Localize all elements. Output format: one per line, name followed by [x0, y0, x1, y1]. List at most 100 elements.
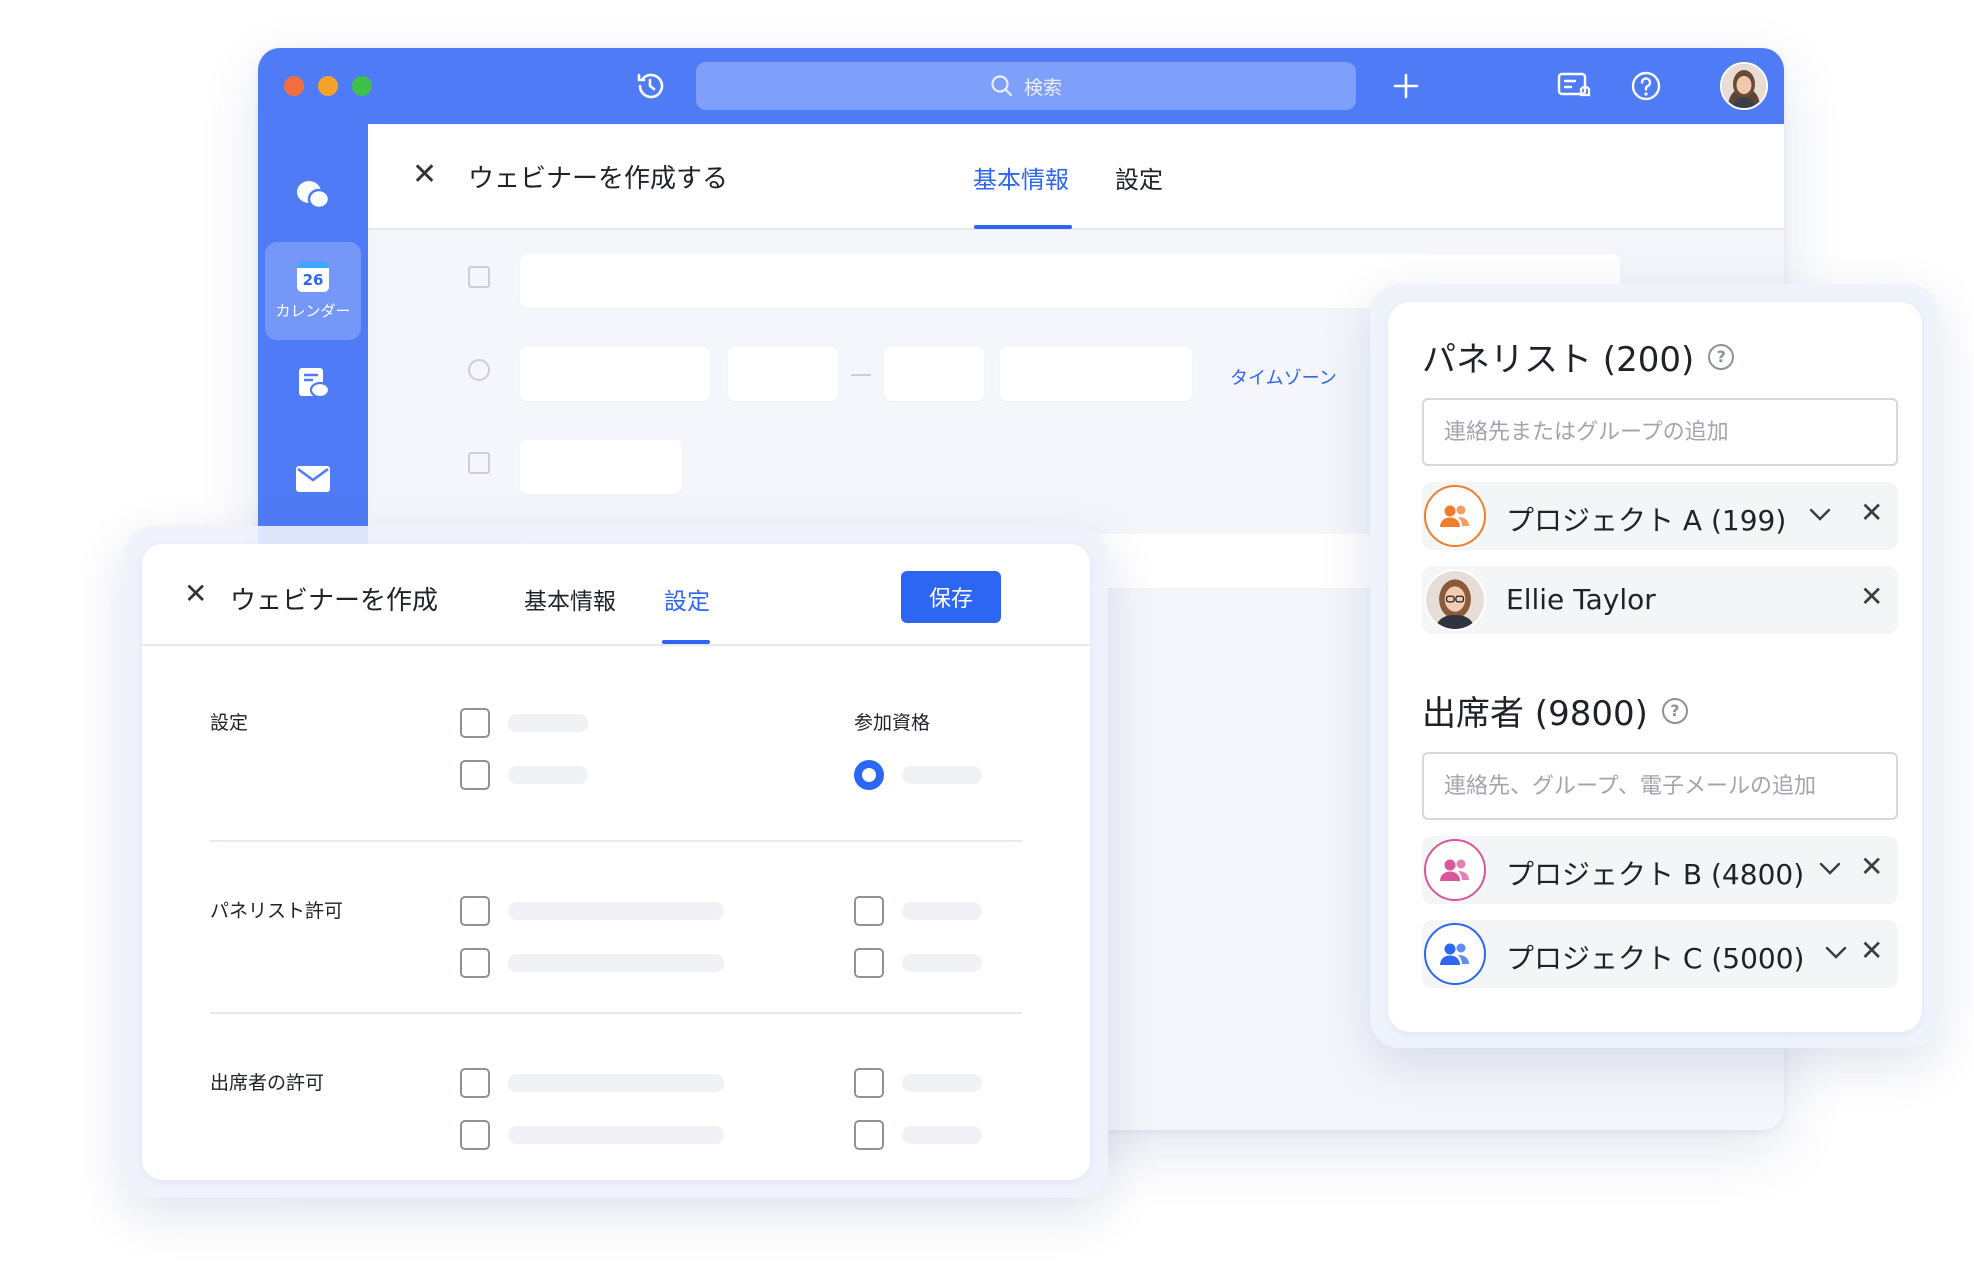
close-icon[interactable]: ✕ [184, 580, 207, 608]
room-field[interactable] [520, 440, 682, 494]
history-icon[interactable] [630, 66, 670, 106]
participants-card: パネリスト (200) ? プロジェクト A (199) ✕ Ellie Tay… [1388, 302, 1922, 1032]
panelists-input[interactable] [1422, 398, 1898, 466]
save-button[interactable]: 保存 [901, 571, 1001, 623]
section-divider [210, 1012, 1022, 1014]
timezone-link[interactable]: タイムゾーン [1230, 364, 1337, 390]
start-time-field[interactable] [728, 347, 838, 401]
remove-icon[interactable]: ✕ [1860, 496, 1883, 529]
chip-name: Ellie Taylor [1506, 583, 1656, 616]
placeholder-bar [902, 954, 982, 972]
section-divider [210, 840, 1022, 842]
placeholder-bar [902, 766, 982, 784]
attendee-checkbox-1[interactable] [460, 1068, 490, 1098]
chevron-down-icon[interactable] [1822, 938, 1850, 966]
attendee-checkbox-3[interactable] [854, 1068, 884, 1098]
search-placeholder: 検索 [1023, 76, 1062, 99]
eligibility-radio[interactable] [854, 760, 884, 790]
placeholder-bar [902, 902, 982, 920]
minimize-window-button[interactable] [318, 76, 338, 96]
chevron-down-icon[interactable] [1806, 500, 1834, 528]
help-icon[interactable]: ? [1661, 697, 1688, 724]
end-date-field[interactable] [1000, 347, 1192, 401]
title-field-icon [468, 266, 490, 288]
add-icon[interactable] [1386, 66, 1426, 106]
start-date-field[interactable] [520, 347, 710, 401]
placeholder-bar [508, 902, 724, 920]
panelist-chip-project-a: プロジェクト A (199) ✕ [1422, 482, 1898, 550]
remove-icon[interactable]: ✕ [1860, 580, 1883, 613]
placeholder-bar [508, 1126, 724, 1144]
search-bar[interactable]: 検索 [696, 62, 1356, 110]
sidebar-item-label: カレンダー [275, 301, 351, 320]
end-time-field[interactable] [884, 347, 984, 401]
tab-basic-info[interactable]: 基本情報 [524, 582, 616, 616]
attendee-checkbox-4[interactable] [854, 1120, 884, 1150]
help-icon[interactable] [1626, 66, 1666, 106]
section-label-panelist-permissions: パネリスト許可 [210, 900, 344, 922]
attendee-chip-project-b: プロジェクト B (4800) ✕ [1422, 836, 1898, 904]
search-icon [991, 75, 1013, 97]
placeholder-bar [508, 714, 588, 732]
placeholder-bar [902, 1074, 982, 1092]
attendees-heading: 出席者 (9800) ? [1422, 686, 1688, 735]
maximize-window-button[interactable] [352, 76, 372, 96]
sidebar-item-calendar[interactable]: 26 カレンダー [265, 242, 361, 340]
chip-name: プロジェクト A (199) [1506, 504, 1787, 537]
attendee-chip-project-c: プロジェクト C (5000) ✕ [1422, 920, 1898, 988]
user-avatar[interactable] [1720, 62, 1768, 110]
group-icon [1424, 839, 1486, 901]
settings-card: ✕ ウェビナーを作成 基本情報 設定 保存 設定 参加資格 パネリスト許可 出席… [142, 544, 1090, 1180]
panelist-checkbox-1[interactable] [460, 896, 490, 926]
settings-checkbox-2[interactable] [460, 760, 490, 790]
chip-name: プロジェクト C (5000) [1506, 942, 1805, 975]
group-icon [1424, 923, 1486, 985]
tab-settings[interactable]: 設定 [664, 582, 710, 616]
user-avatar [1424, 569, 1486, 631]
placeholder-bar [902, 1126, 982, 1144]
title-bar: 検索 [258, 48, 1784, 124]
group-icon [1424, 485, 1486, 547]
attendees-heading-text: 出席者 (9800) [1422, 694, 1648, 734]
attendee-checkbox-2[interactable] [460, 1120, 490, 1150]
placeholder-bar [508, 1074, 724, 1092]
help-icon[interactable]: ? [1708, 343, 1735, 370]
attendees-input[interactable] [1422, 752, 1898, 820]
close-window-button[interactable] [284, 76, 304, 96]
active-tab-indicator [974, 225, 1072, 229]
tab-basic-info[interactable]: 基本情報 [973, 160, 1069, 195]
panel-title: ウェビナーを作成する [468, 164, 729, 194]
panelists-heading-text: パネリスト (200) [1422, 340, 1695, 380]
section-label-attendee-permissions: 出席者の許可 [210, 1072, 325, 1094]
remove-icon[interactable]: ✕ [1860, 934, 1883, 967]
card-title: ウェビナーを作成 [230, 586, 439, 616]
panelist-checkbox-3[interactable] [854, 896, 884, 926]
placeholder-bar [508, 954, 724, 972]
placeholder-bar [508, 766, 588, 784]
chat-bubbles-icon [297, 181, 331, 210]
panelist-checkbox-2[interactable] [460, 948, 490, 978]
section-label-eligibility: 参加資格 [854, 712, 931, 734]
chevron-down-icon[interactable] [1816, 854, 1844, 882]
mail-icon [296, 466, 330, 492]
clock-icon [468, 359, 490, 381]
panelists-heading: パネリスト (200) ? [1422, 332, 1735, 381]
header-divider [142, 644, 1090, 646]
sidebar-item-docs[interactable] [265, 348, 361, 418]
document-cloud-icon [299, 368, 330, 399]
remove-icon[interactable]: ✕ [1860, 850, 1883, 883]
settings-checkbox-1[interactable] [460, 708, 490, 738]
close-icon[interactable]: ✕ [412, 160, 437, 190]
panel-header: ✕ ウェビナーを作成する 基本情報 設定 [368, 124, 1784, 230]
screen-share-icon[interactable] [1554, 66, 1594, 106]
sidebar-item-mail[interactable] [265, 444, 361, 514]
panelist-checkbox-4[interactable] [854, 948, 884, 978]
room-icon [468, 452, 490, 474]
tab-settings[interactable]: 設定 [1115, 160, 1163, 195]
calendar-icon: 26 [297, 261, 329, 292]
sidebar-item-messages[interactable] [265, 160, 361, 230]
panelist-chip-ellie: Ellie Taylor ✕ [1422, 566, 1898, 634]
section-label-settings: 設定 [210, 712, 249, 734]
range-dash [851, 374, 871, 376]
chip-name: プロジェクト B (4800) [1506, 858, 1805, 891]
